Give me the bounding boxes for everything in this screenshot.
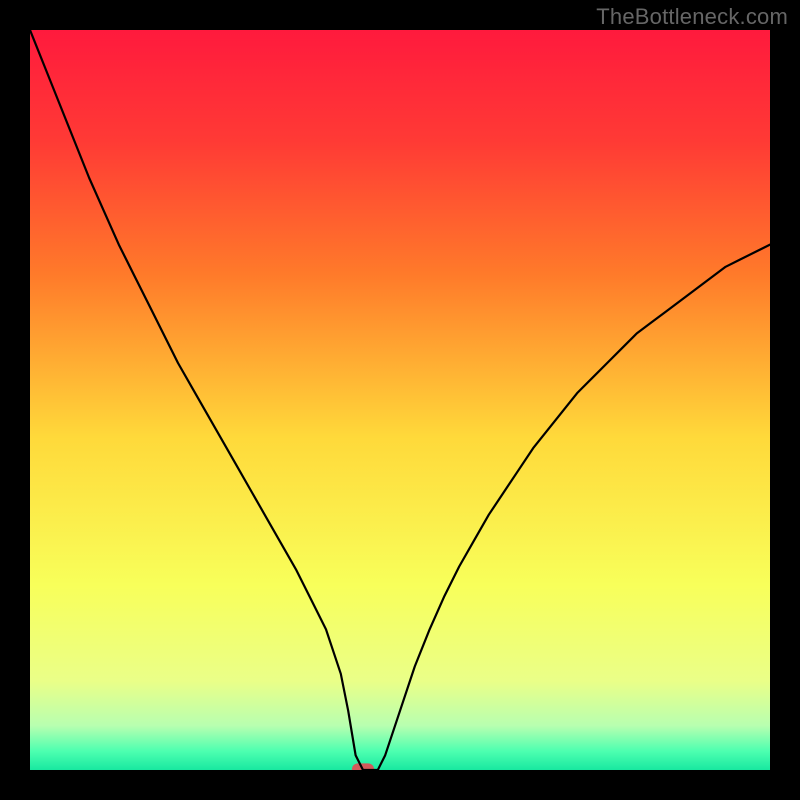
plot-area (30, 30, 770, 770)
gradient-background (30, 30, 770, 770)
chart-svg (30, 30, 770, 770)
chart-frame: TheBottleneck.com (0, 0, 800, 800)
watermark-text: TheBottleneck.com (596, 4, 788, 30)
